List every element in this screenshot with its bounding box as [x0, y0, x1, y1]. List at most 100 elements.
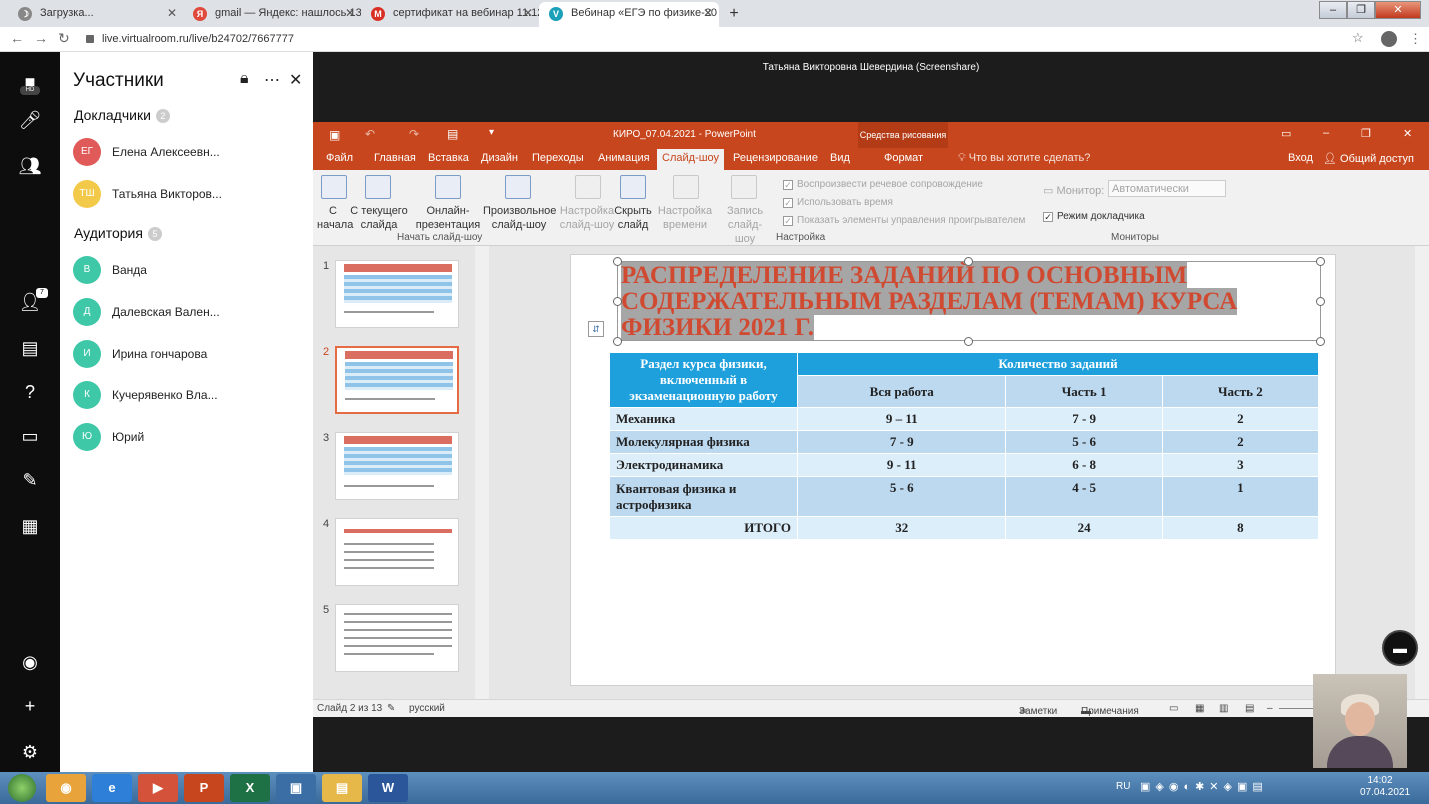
custom-show-button[interactable]: Произвольное слайд-шоу: [483, 204, 556, 232]
participant-item[interactable]: ТШ Татьяна Викторов...: [73, 180, 309, 210]
close-tab-icon[interactable]: ✕: [523, 2, 533, 25]
close-tab-icon[interactable]: ✕: [345, 2, 355, 25]
tab-animation[interactable]: Анимация: [598, 152, 650, 164]
resize-handle[interactable]: [613, 337, 622, 346]
reading-view-icon[interactable]: ▥: [1219, 703, 1228, 714]
slide-sorter-icon[interactable]: ▦: [1195, 703, 1204, 714]
start-from-beginning-icon[interactable]: ▤: [447, 127, 458, 141]
media-player-icon[interactable]: ▶: [138, 774, 178, 802]
participant-item[interactable]: Д Далевская Вален...: [73, 298, 309, 328]
record-icon[interactable]: ◉: [18, 650, 42, 674]
slide-scrollbar[interactable]: [1415, 246, 1429, 699]
participant-item[interactable]: И Ирина гончарова: [73, 340, 309, 370]
undo-icon[interactable]: ↶: [365, 127, 375, 141]
forward-icon[interactable]: →: [34, 30, 48, 46]
reload-icon[interactable]: ↻: [58, 30, 70, 47]
ppt-close-icon[interactable]: ✕: [1403, 127, 1412, 140]
browser-tab-yandex[interactable]: Я gmail — Яндекс: нашлось 13 м ✕: [183, 2, 361, 27]
customize-toolbar-icon[interactable]: ▾: [489, 127, 494, 138]
tab-file[interactable]: Файл: [326, 152, 353, 164]
resize-handle[interactable]: [964, 337, 973, 346]
profile-avatar[interactable]: [1381, 31, 1397, 47]
input-language[interactable]: RU: [1116, 781, 1130, 792]
settings-gear-icon[interactable]: ⚙: [18, 740, 42, 764]
url-field[interactable]: live.virtualroom.ru/live/b24702/7667777: [86, 30, 294, 48]
slide-thumbnail[interactable]: [335, 604, 459, 672]
system-clock[interactable]: 14:02 07.04.2021: [1360, 775, 1410, 799]
resize-handle[interactable]: [613, 257, 622, 266]
browser-tab-webinar[interactable]: V Вебинар «ЕГЭ по физике-20 ✕: [539, 2, 719, 27]
ribbon-display-icon[interactable]: ▭: [1281, 127, 1291, 140]
explorer-icon[interactable]: ▤: [322, 774, 362, 802]
zoom-out-icon[interactable]: –: [1267, 703, 1273, 714]
slideshow-view-icon[interactable]: ▤: [1245, 703, 1254, 714]
ppt-minimize-icon[interactable]: –: [1323, 127, 1329, 139]
powerpoint-icon[interactable]: P: [184, 774, 224, 802]
browser-tab-loading[interactable]: ☽ Загрузка... ✕: [8, 2, 183, 27]
tab-home[interactable]: Главная: [374, 152, 416, 164]
ie-icon[interactable]: e: [92, 774, 132, 802]
screen-share-icon[interactable]: ▭: [18, 424, 42, 448]
ppt-maximize-icon[interactable]: ❐: [1361, 127, 1371, 140]
participant-item[interactable]: К Кучерявенко Вла...: [73, 381, 309, 411]
excel-icon[interactable]: X: [230, 774, 270, 802]
normal-view-icon[interactable]: ▭: [1169, 703, 1178, 714]
online-present-button[interactable]: Онлайн-презентация: [415, 204, 481, 232]
from-current-button[interactable]: С текущего слайда: [349, 204, 409, 232]
webcam-preview[interactable]: [1313, 674, 1407, 768]
slide-thumbnail-selected[interactable]: [335, 346, 459, 414]
close-tab-icon[interactable]: ✕: [703, 2, 713, 25]
resize-handle[interactable]: [613, 297, 622, 306]
word-icon[interactable]: W: [368, 774, 408, 802]
narration-checkbox[interactable]: ✓ Воспроизвести речевое сопровождение: [783, 178, 983, 192]
participants-icon[interactable]: 👥︎: [18, 154, 42, 178]
setup-show-button[interactable]: Настройка слайд-шоу: [559, 204, 615, 232]
back-icon[interactable]: ←: [10, 30, 24, 46]
bookmark-star-icon[interactable]: ☆: [1352, 30, 1364, 46]
chrome-icon[interactable]: ◉: [46, 774, 86, 802]
record-show-button[interactable]: Запись слайд-шоу: [711, 204, 779, 246]
question-icon[interactable]: ?: [18, 380, 42, 404]
tray-icons[interactable]: ▣◈◉◐✱✕◈▣▤: [1140, 780, 1268, 793]
tab-review[interactable]: Рецензирование: [733, 152, 818, 164]
close-tab-icon[interactable]: ✕: [167, 2, 177, 25]
start-button[interactable]: [8, 774, 36, 802]
spellcheck-icon[interactable]: ✎: [387, 703, 395, 714]
participant-item[interactable]: Ю Юрий: [73, 423, 309, 453]
rehearse-timings-button[interactable]: Настройка времени: [657, 204, 713, 232]
resize-handle[interactable]: [964, 257, 973, 266]
chat-bubble-icon[interactable]: ▬: [1382, 630, 1418, 666]
minimize-button[interactable]: –: [1319, 1, 1347, 19]
redo-icon[interactable]: ↷: [409, 127, 419, 141]
participant-item[interactable]: В Ванда: [73, 256, 309, 286]
from-start-button[interactable]: Сначала: [317, 204, 353, 232]
tab-transitions[interactable]: Переходы: [532, 152, 584, 164]
tab-insert[interactable]: Вставка: [428, 152, 469, 164]
signin-link[interactable]: Вход: [1288, 152, 1313, 164]
monitor-app-icon[interactable]: ▣: [276, 774, 316, 802]
thumbnails-scrollbar[interactable]: [475, 246, 489, 699]
tell-me-search[interactable]: 💡︎ Что вы хотите сделать?: [958, 152, 1090, 165]
resize-handle[interactable]: [1316, 297, 1325, 306]
close-window-button[interactable]: ✕: [1375, 1, 1421, 19]
add-user-icon[interactable]: +: [18, 694, 42, 718]
microphone-icon[interactable]: 🎤︎: [18, 108, 42, 132]
hide-slide-button[interactable]: Скрыть слайд: [613, 204, 653, 232]
presenter-view-checkbox[interactable]: ✓ Режим докладчика: [1043, 210, 1145, 224]
maximize-button[interactable]: ❐: [1347, 1, 1375, 19]
participant-item[interactable]: ЕГ Елена Алексеевн...: [73, 138, 309, 168]
new-tab-button[interactable]: +: [724, 4, 744, 24]
layout-options-icon[interactable]: ⇵: [588, 321, 604, 337]
save-icon[interactable]: ▣: [329, 128, 340, 142]
share-button[interactable]: 👤︎ Общий доступ: [1323, 152, 1414, 165]
resize-handle[interactable]: [1316, 257, 1325, 266]
browser-tab-gmail[interactable]: M сертификат на вебинар 11.12. ✕: [361, 2, 539, 27]
monitor-select[interactable]: Автоматически: [1108, 180, 1226, 197]
resize-handle[interactable]: [1316, 337, 1325, 346]
tab-design[interactable]: Дизайн: [481, 152, 518, 164]
slide-thumbnail[interactable]: [335, 260, 459, 328]
use-timings-checkbox[interactable]: ✓ Использовать время: [783, 196, 893, 210]
browser-menu-icon[interactable]: ⋮: [1409, 31, 1422, 47]
slide-thumbnail[interactable]: [335, 518, 459, 586]
more-icon[interactable]: ⋯: [264, 70, 280, 90]
